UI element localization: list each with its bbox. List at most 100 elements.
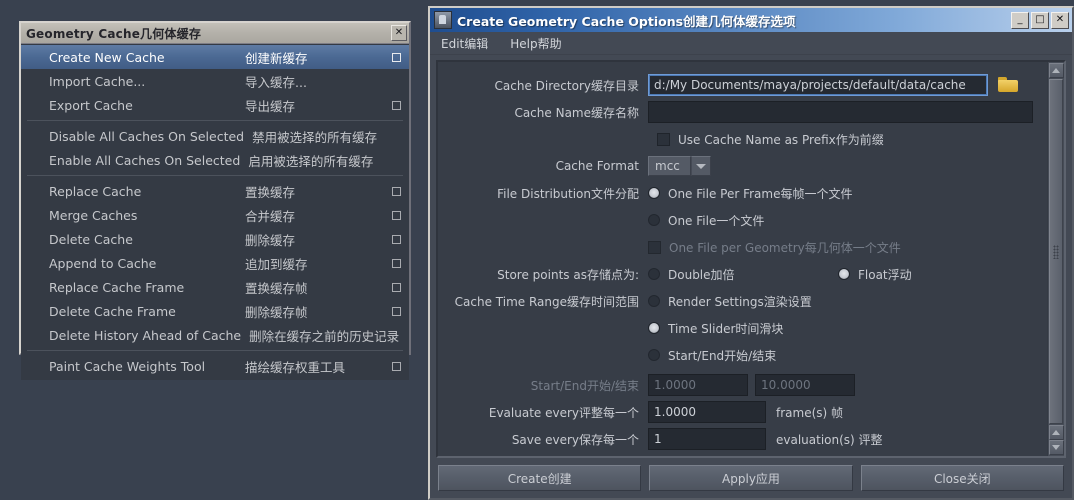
dialog-menubar: Edit编辑 Help帮助 <box>430 32 1072 55</box>
end-frame-input <box>755 374 855 396</box>
cache-time-range-radio-render-settings[interactable] <box>648 295 660 307</box>
menu-item-label-en: Enable All Caches On Selected <box>49 152 241 168</box>
create-button[interactable]: Create创建 <box>438 465 642 491</box>
menu-item-options-box[interactable] <box>392 258 401 268</box>
row-file-distribution-1: File Distribution文件分配 One File Per Frame… <box>438 182 1041 204</box>
store-points-as-radio-double[interactable] <box>648 268 660 280</box>
minimize-button[interactable]: _ <box>1011 11 1029 29</box>
maximize-button[interactable]: □ <box>1031 11 1049 29</box>
menu-item-label-en: Replace Cache <box>49 183 142 199</box>
row-cache-format: Cache Format mcc <box>438 155 1041 177</box>
close-button[interactable]: ✕ <box>1051 11 1069 29</box>
store-points-as-radio-float[interactable] <box>838 268 850 280</box>
store-points-as-label: Store points as存储点为: <box>497 267 639 282</box>
row-cache-time-range-1: Cache Time Range缓存时间范围 Render Settings渲染… <box>438 290 1041 312</box>
evaluate-every-label: Evaluate every评整每一个 <box>488 405 639 420</box>
save-every-label: Save every保存每一个 <box>511 432 639 447</box>
cache-format-value: mcc <box>648 156 691 176</box>
row-evaluate-every: Evaluate every评整每一个 frame(s) 帧 <box>438 401 1041 423</box>
scrollbar-thumb[interactable] <box>1049 79 1063 424</box>
menu-item-options-box[interactable] <box>392 210 401 220</box>
menu-item[interactable]: Disable All Caches On Selected 禁用被选择的所有缓存 <box>21 124 409 148</box>
cache-time-range-radio-start-end[interactable] <box>648 349 660 361</box>
cache-time-range-option-0-label: Render Settings渲染设置 <box>668 294 812 309</box>
file-distribution-radio-one-file[interactable] <box>648 214 660 226</box>
menu-item[interactable]: Replace Cache 置换缓存 <box>21 179 409 203</box>
menu-item-label-en: Delete History Ahead of Cache <box>49 327 242 343</box>
menu-item[interactable]: Delete Cache Frame 删除缓存帧 <box>21 299 409 323</box>
menu-item[interactable]: Append to Cache 追加到缓存 <box>21 251 409 275</box>
menu-edit[interactable]: Edit编辑 <box>438 33 491 54</box>
menu-item-options-box[interactable] <box>392 234 401 244</box>
menu-titlebar: Geometry Cache几何体缓存 ✕ <box>21 23 409 44</box>
row-cache-time-range-3: Start/End开始/结束 <box>438 344 1041 366</box>
screen: Geometry Cache几何体缓存 ✕ Create New Cache 创建… <box>0 0 1074 500</box>
menu-item[interactable]: Delete Cache 删除缓存 <box>21 227 409 251</box>
menu-item[interactable]: Import Cache... 导入缓存... <box>21 69 409 93</box>
menu-item-options-box[interactable] <box>392 100 401 110</box>
menu-item-label-en: Replace Cache Frame <box>49 279 185 295</box>
menu-item-options-box[interactable] <box>392 52 401 62</box>
start-frame-input <box>648 374 748 396</box>
menu-item[interactable]: Export Cache 导出缓存 <box>21 93 409 117</box>
menu-item-label-cn: 删除在缓存之前的历史记录 <box>249 328 400 344</box>
create-geometry-cache-options-dialog: Create Geometry Cache Options创建几何体缓存选项 _… <box>428 6 1074 500</box>
cache-format-dropdown[interactable]: mcc <box>648 156 711 176</box>
form-scrollbar[interactable] <box>1047 62 1064 456</box>
file-distribution-radio-one-file-per-frame[interactable] <box>648 187 660 199</box>
menu-item-label-cn: 置换缓存帧 <box>245 280 308 296</box>
row-save-every: Save every保存每一个 evaluation(s) 评整 <box>438 428 1041 450</box>
menu-item[interactable]: Create New Cache 创建新缓存 <box>21 45 409 69</box>
menu-item-label-cn: 追加到缓存 <box>245 256 308 272</box>
menu-item[interactable]: Paint Cache Weights Tool 描绘缓存权重工具 <box>21 354 409 378</box>
cache-directory-label: Cache Directory缓存目录 <box>494 78 639 93</box>
menu-item-label-en: Merge Caches <box>49 207 138 223</box>
chevron-down-icon[interactable] <box>690 156 711 176</box>
cache-time-range-radio-time-slider[interactable] <box>648 322 660 334</box>
menu-separator <box>27 350 403 351</box>
close-button-bottom[interactable]: Close关闭 <box>860 465 1064 491</box>
row-file-distribution-2: One File一个文件 <box>438 209 1041 231</box>
menu-item-options-box[interactable] <box>392 186 401 196</box>
evaluate-every-input[interactable] <box>648 401 766 423</box>
dialog-button-bar: Create创建 Apply应用 Close关闭 <box>430 458 1072 498</box>
file-distribution-option-2-label: One File per Geometry每几何体一个文件 <box>669 240 901 255</box>
options-form: Cache Directory缓存目录 Cache Name缓存名称 Use C… <box>438 62 1047 456</box>
menu-item[interactable]: Replace Cache Frame 置换缓存帧 <box>21 275 409 299</box>
menu-item-options-box[interactable] <box>392 306 401 316</box>
use-cache-name-as-prefix-label: Use Cache Name as Prefix作为前缀 <box>678 132 884 147</box>
menu-item[interactable]: Enable All Caches On Selected 启用被选择的所有缓存 <box>21 148 409 172</box>
grip-dots-icon <box>1053 244 1059 259</box>
cache-time-range-option-1-label: Time Slider时间滑块 <box>668 321 784 336</box>
menu-item[interactable]: Delete History Ahead of Cache 删除在缓存之前的历史记… <box>21 323 409 347</box>
menu-item-options-box[interactable] <box>392 282 401 292</box>
scroll-up-icon[interactable] <box>1048 63 1064 78</box>
menu-item-label-cn: 合并缓存 <box>245 208 296 224</box>
file-distribution-option-0-label: One File Per Frame每帧一个文件 <box>668 186 853 201</box>
menu-item-label-en: Paint Cache Weights Tool <box>49 358 206 374</box>
scroll-down-icon[interactable] <box>1048 440 1064 455</box>
folder-icon[interactable] <box>998 77 1018 93</box>
menu-item[interactable]: Merge Caches 合并缓存 <box>21 203 409 227</box>
menu-item-label-cn: 置换缓存 <box>245 184 296 200</box>
menu-item-label-cn: 禁用被选择的所有缓存 <box>252 129 378 145</box>
menu-item-options-box[interactable] <box>392 361 401 371</box>
file-distribution-option-1-label: One File一个文件 <box>668 213 765 228</box>
menu-items-list: Create New Cache 创建新缓存 Import Cache... 导入缓存… <box>21 44 409 380</box>
cache-name-input[interactable] <box>648 101 1033 123</box>
menu-item-label-cn: 创建新缓存 <box>245 50 308 66</box>
row-cache-name: Cache Name缓存名称 <box>438 101 1041 123</box>
apply-button[interactable]: Apply应用 <box>649 465 853 491</box>
file-distribution-label: File Distribution文件分配 <box>497 186 639 201</box>
menu-help[interactable]: Help帮助 <box>507 33 564 54</box>
cache-directory-input[interactable] <box>648 74 988 96</box>
file-distribution-radio-one-file-per-geometry <box>648 240 661 254</box>
dialog-title: Create Geometry Cache Options创建几何体缓存选项 <box>457 13 796 29</box>
menu-item-label-en: Export Cache <box>49 97 133 113</box>
scroll-up-secondary-icon[interactable] <box>1048 425 1064 440</box>
save-every-input[interactable] <box>648 428 766 450</box>
row-use-cache-name-as-prefix: Use Cache Name as Prefix作为前缀 <box>438 128 1041 150</box>
menu-item-label-en: Append to Cache <box>49 255 157 271</box>
close-icon[interactable]: ✕ <box>391 25 407 41</box>
use-cache-name-as-prefix-checkbox[interactable] <box>657 132 670 146</box>
